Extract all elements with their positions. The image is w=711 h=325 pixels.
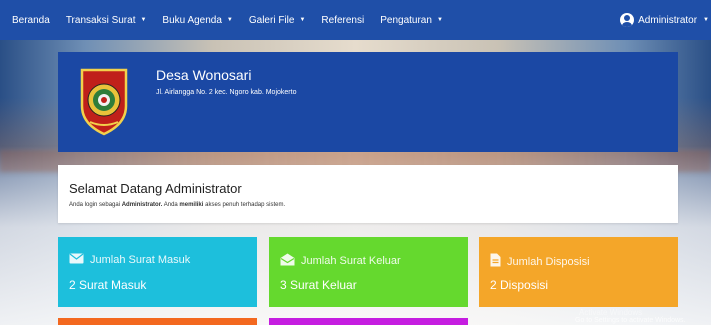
nav-galeri-file[interactable]: Galeri File ▼ bbox=[241, 0, 314, 40]
nav-pengaturan[interactable]: Pengaturan ▼ bbox=[372, 0, 451, 40]
caret-down-icon: ▼ bbox=[436, 17, 443, 23]
village-address: Jl. Airlangga No. 2 kec. Ngoro kab. Mojo… bbox=[156, 89, 297, 96]
tile-disposisi[interactable]: Jumlah Disposisi 2 Disposisi bbox=[479, 237, 678, 307]
nav-beranda[interactable]: Beranda bbox=[0, 0, 58, 40]
envelope-icon bbox=[69, 253, 84, 267]
tile-surat-masuk-title: Jumlah Surat Masuk bbox=[90, 254, 191, 266]
nav-transaksi-surat[interactable]: Transaksi Surat ▼ bbox=[58, 0, 155, 40]
top-navbar: Beranda Transaksi Surat ▼ Buku Agenda ▼ … bbox=[0, 0, 711, 40]
tile-surat-keluar-header: Jumlah Surat Keluar bbox=[280, 253, 401, 269]
welcome-role: Administrator. bbox=[121, 202, 163, 208]
tile-surat-keluar-value: 3 Surat Keluar bbox=[280, 278, 357, 292]
nav-referensi-label: Referensi bbox=[321, 14, 365, 26]
village-name: Desa Wonosari bbox=[156, 67, 252, 83]
document-icon bbox=[490, 253, 501, 270]
welcome-text-suffix: akses penuh terhadap sistem. bbox=[203, 202, 286, 208]
nav-buku-agenda-label: Buku Agenda bbox=[162, 14, 222, 26]
welcome-text-prefix: Anda login sebagai bbox=[69, 202, 122, 208]
village-header-card: Desa Wonosari Jl. Airlangga No. 2 kec. N… bbox=[58, 52, 678, 152]
caret-down-icon: ▼ bbox=[299, 17, 306, 23]
nav-transaksi-surat-label: Transaksi Surat bbox=[65, 14, 136, 26]
tile-disposisi-header: Jumlah Disposisi bbox=[490, 253, 590, 270]
tile-surat-keluar-title: Jumlah Surat Keluar bbox=[301, 255, 401, 267]
tile-partial-orange[interactable] bbox=[58, 318, 257, 325]
welcome-emphasis: memiliki bbox=[179, 202, 204, 208]
nav-pengaturan-label: Pengaturan bbox=[380, 14, 432, 26]
welcome-text: Anda login sebagai Administrator. Anda m… bbox=[69, 202, 285, 208]
tile-disposisi-title: Jumlah Disposisi bbox=[507, 255, 590, 268]
envelope-open-icon bbox=[280, 253, 295, 269]
caret-down-icon: ▼ bbox=[226, 17, 233, 23]
windows-activation-watermark: Activate Windows Go to Settings to activ… bbox=[575, 308, 686, 324]
caret-down-icon: ▼ bbox=[703, 17, 709, 23]
tile-disposisi-value: 2 Disposisi bbox=[490, 278, 549, 292]
nav-buku-agenda[interactable]: Buku Agenda ▼ bbox=[154, 0, 240, 40]
watermark-line-1: Activate Windows bbox=[579, 308, 643, 317]
tile-surat-masuk-header: Jumlah Surat Masuk bbox=[69, 253, 190, 267]
user-circle-icon bbox=[620, 13, 635, 27]
district-emblem-icon bbox=[78, 66, 130, 136]
watermark-line-2: Go to Settings to activate Windows. bbox=[575, 317, 686, 324]
caret-down-icon: ▼ bbox=[140, 17, 147, 23]
nav-galeri-file-label: Galeri File bbox=[248, 14, 295, 26]
tile-surat-keluar[interactable]: Jumlah Surat Keluar 3 Surat Keluar bbox=[269, 237, 468, 307]
nav-referensi[interactable]: Referensi bbox=[313, 0, 372, 40]
nav-beranda-label: Beranda bbox=[12, 14, 50, 26]
welcome-text-mid: Anda bbox=[162, 202, 180, 208]
welcome-card: Selamat Datang Administrator Anda login … bbox=[58, 165, 678, 223]
user-menu[interactable]: Administrator ▼ bbox=[620, 0, 711, 40]
user-menu-label: Administrator bbox=[638, 14, 698, 26]
tile-surat-masuk-value: 2 Surat Masuk bbox=[69, 278, 147, 292]
welcome-title: Selamat Datang Administrator bbox=[69, 181, 242, 196]
tile-surat-masuk[interactable]: Jumlah Surat Masuk 2 Surat Masuk bbox=[58, 237, 257, 307]
tile-partial-purple[interactable] bbox=[269, 318, 468, 325]
